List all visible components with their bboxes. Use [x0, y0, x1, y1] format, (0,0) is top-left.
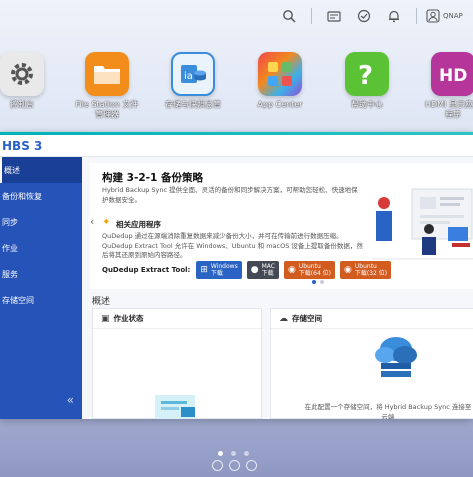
ubuntu-icon: ◉ — [287, 264, 296, 275]
download-windows-button[interactable]: ⊞ Windows 下载 — [196, 261, 242, 279]
app-label: File Station 文件 管理器 — [75, 100, 139, 119]
user-menu[interactable]: QNAP — [425, 8, 473, 24]
app-label: HDMI 显示应用 程序 — [425, 100, 473, 119]
hbs3-window: HBS 3 概述 备份和恢复 同步 作业 服务 存储空间 « ‹ 构建 3-2-… — [0, 132, 473, 419]
storage-space-note: 在此配置一个存储空间，将 Hybrid Backup Sync 连接至云端 — [304, 403, 472, 419]
search-icon[interactable] — [281, 8, 297, 24]
pager-dot[interactable] — [231, 451, 236, 456]
promo-banner: ‹ 构建 3-2-1 备份策略 Hybrid Backup Sync 提供全面、… — [90, 163, 473, 289]
card-title: 存储空间 — [292, 314, 322, 323]
download-label: QuDedup Extract Tool: — [102, 266, 191, 274]
app-center-icon — [258, 52, 302, 96]
pager-dot[interactable] — [218, 451, 223, 456]
main-content: ‹ 构建 3-2-1 备份策略 Hybrid Backup Sync 提供全面、… — [82, 157, 473, 419]
cloud-storage-illustration — [375, 337, 417, 377]
button-os: Ubuntu — [298, 263, 321, 270]
storage-space-card: ☁ 存储空间 在此配置一个存储空间，将 Hybrid Backup Sync 连… — [270, 308, 473, 419]
toolbar-divider — [416, 8, 417, 24]
banner-qudedup-text: QuDedup 通过在源端消除重复数据来减少备份大小，并可在传输前进行数据压缩。… — [102, 232, 363, 259]
sidebar: 概述 备份和恢复 同步 作业 服务 存储空间 « — [0, 157, 82, 419]
job-status-icon: ▣ — [101, 313, 110, 324]
help-icon: ? — [345, 52, 389, 96]
dashboard-icon[interactable] — [326, 8, 342, 24]
sidebar-item-overview[interactable]: 概述 — [0, 157, 82, 183]
collapse-sidebar-icon[interactable]: « — [67, 393, 74, 407]
storage-space-icon: ☁ — [279, 313, 288, 324]
windows-icon: ⊞ — [200, 264, 208, 275]
hd-icon: HD — [431, 52, 473, 96]
overview-heading: 概述 — [92, 297, 111, 307]
button-os: MAC — [261, 263, 275, 270]
task-icon[interactable] — [356, 8, 372, 24]
app-label: 控制台 — [10, 100, 34, 109]
app-label: App Center — [257, 100, 303, 109]
top-toolbar: QNAP — [267, 5, 473, 27]
download-mac-button[interactable]: ● MAC 下载 — [246, 261, 279, 279]
card-header: ☁ 存储空间 — [271, 309, 473, 329]
download-row: QuDedup Extract Tool: ⊞ Windows 下载 ● MAC 下… — [102, 261, 396, 279]
storage-icon: ia — [171, 52, 215, 96]
gear-icon — [0, 52, 44, 96]
ubuntu-icon: ◉ — [344, 264, 352, 275]
bottom-shortcut-icon[interactable] — [212, 460, 223, 471]
download-ubuntu-64-button[interactable]: ◉ Ubuntu 下载(64 位) — [283, 261, 336, 279]
button-os: Windows — [210, 263, 238, 270]
sidebar-item-jobs[interactable]: 作业 — [0, 235, 82, 261]
download-ubuntu-32-button[interactable]: ◉ Ubuntu 下载(32 位) — [340, 261, 392, 279]
desktop-bottom-icons — [212, 460, 263, 471]
app-file-station[interactable]: File Station 文件 管理器 — [72, 52, 142, 120]
carousel-indicator — [312, 280, 328, 284]
bottom-shortcut-icon[interactable] — [246, 460, 257, 471]
pager-dot[interactable] — [244, 451, 249, 456]
toolbar-divider — [311, 8, 312, 24]
sidebar-item-sync[interactable]: 同步 — [0, 209, 82, 235]
user-icon — [425, 8, 441, 24]
app-hdmi[interactable]: HD HDMI 显示应用 程序 — [418, 52, 473, 120]
app-label: 存储与快照总管 — [165, 100, 221, 109]
desktop-pager — [218, 451, 257, 456]
carousel-dot[interactable] — [312, 280, 316, 284]
job-status-card: ▣ 作业状态 — [92, 308, 262, 419]
app-label: 帮助中心 — [351, 100, 383, 109]
desktop-apps: 控制台 File Station 文件 管理器 ia 存储与快照总管 App C… — [0, 52, 473, 124]
backup-illustration — [372, 188, 473, 260]
svg-text:?: ? — [358, 61, 373, 89]
svg-text:ia: ia — [184, 71, 193, 82]
banner-description: Hybrid Backup Sync 提供全面、灵活的备份和同步解决方案，可帮助… — [102, 186, 358, 204]
carousel-prev-icon[interactable]: ‹ — [90, 215, 102, 229]
button-os: Ubuntu — [354, 263, 377, 270]
lightbulb-icon: ✦ — [102, 217, 111, 228]
sidebar-item-storage-spaces[interactable]: 存储空间 — [0, 287, 82, 313]
user-name: QNAP — [443, 12, 463, 20]
window-title: HBS 3 — [0, 135, 473, 157]
folder-icon — [85, 52, 129, 96]
button-sub: 下载(32 位) — [354, 270, 388, 277]
carousel-dot[interactable] — [320, 280, 324, 284]
banner-title: 构建 3-2-1 备份策略 — [102, 172, 203, 184]
app-control-panel[interactable]: 控制台 — [0, 52, 57, 110]
notification-icon[interactable] — [386, 8, 402, 24]
apple-icon: ● — [250, 264, 259, 275]
button-sub: 下载(64 位) — [298, 270, 332, 277]
sidebar-item-services[interactable]: 服务 — [0, 261, 82, 287]
app-app-center[interactable]: App Center — [245, 52, 315, 110]
app-help-center[interactable]: ? 帮助中心 — [332, 52, 402, 110]
svg-text:HD: HD — [439, 66, 467, 86]
job-status-illustration — [155, 395, 195, 419]
banner-subtitle: 相关应用程序 — [116, 220, 161, 229]
button-sub: 下载 — [210, 270, 223, 277]
card-header: ▣ 作业状态 — [93, 309, 261, 329]
card-title: 作业状态 — [113, 314, 144, 323]
bottom-shortcut-icon[interactable] — [229, 460, 240, 471]
button-sub: 下载 — [261, 270, 274, 277]
sidebar-item-backup-restore[interactable]: 备份和恢复 — [0, 183, 82, 209]
app-storage[interactable]: ia 存储与快照总管 — [158, 52, 228, 110]
